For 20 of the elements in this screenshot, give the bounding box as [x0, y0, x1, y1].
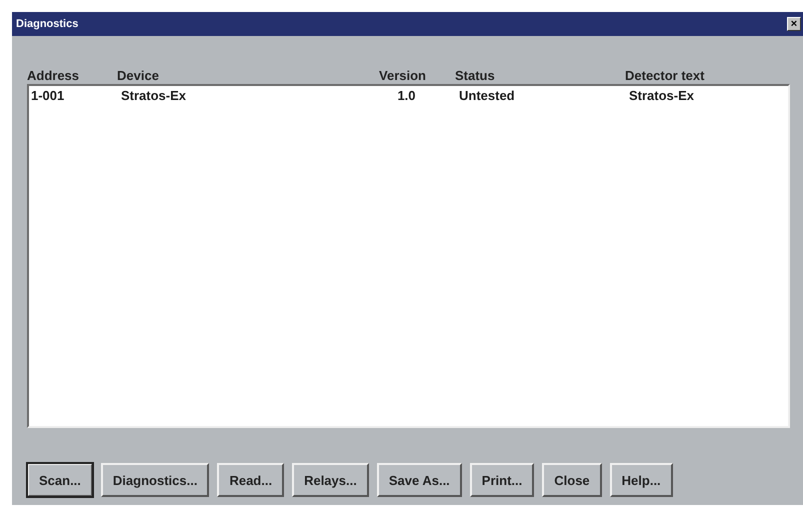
window-title: Diagnostics [16, 18, 78, 30]
dialog-button[interactable]: Print... [470, 463, 534, 497]
close-button[interactable]: × [787, 17, 801, 31]
column-header[interactable]: Device [117, 68, 350, 84]
column-header[interactable]: Address [27, 68, 117, 84]
dialog-button[interactable]: Scan... [27, 463, 93, 497]
dialog-button[interactable]: Diagnostics... [100, 463, 210, 497]
table-cell-text: Stratos-Ex [121, 88, 188, 105]
column-header[interactable]: Version [350, 68, 455, 84]
table-cell-text: 1-001 [31, 88, 66, 105]
dialog-button[interactable]: Relays... [292, 463, 369, 497]
dialog-button[interactable]: Close [542, 463, 602, 497]
table-cell-text: 1.0 [396, 88, 417, 105]
table-cell-text: Stratos-Ex [629, 88, 696, 105]
dialog-button[interactable]: Read... [217, 463, 284, 497]
dialog-button[interactable]: Help... [610, 463, 673, 497]
table-cell-text: Untested [459, 88, 516, 105]
column-header[interactable]: Status [455, 68, 625, 84]
dialog-button[interactable]: Save As... [376, 463, 462, 497]
column-header[interactable]: Detector text [625, 68, 790, 84]
